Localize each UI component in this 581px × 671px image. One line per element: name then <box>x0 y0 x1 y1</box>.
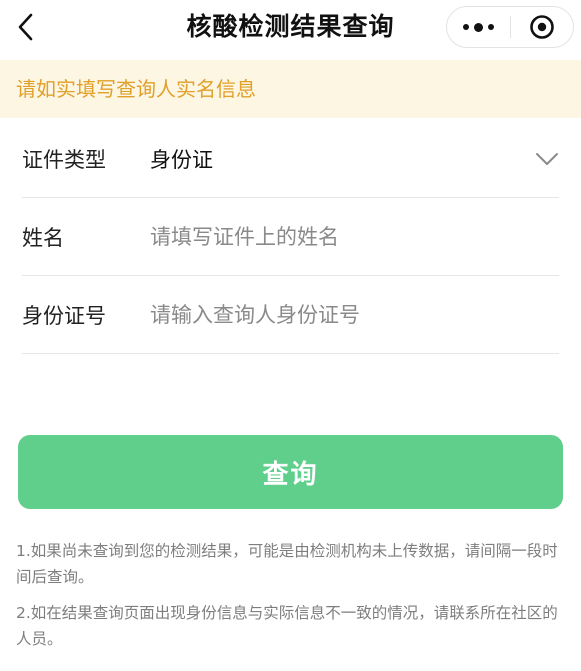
name-row: 姓名 <box>22 198 559 276</box>
id-number-label: 身份证号 <box>22 303 106 328</box>
id-type-value: 身份证 <box>150 147 213 172</box>
target-close-icon <box>530 15 554 39</box>
name-input[interactable] <box>150 216 559 257</box>
more-dot-icon <box>488 24 494 30</box>
id-type-select[interactable]: 证件类型 身份证 <box>22 120 559 198</box>
chevron-left-icon <box>18 13 33 41</box>
id-number-row: 身份证号 <box>22 276 559 354</box>
more-dot-icon <box>474 22 483 32</box>
close-mini-program-button[interactable] <box>511 7 573 47</box>
nav-bar: 核酸检测结果查询 <box>0 0 581 58</box>
id-type-label: 证件类型 <box>22 147 106 172</box>
mini-program-capsule <box>446 6 574 48</box>
id-number-input[interactable] <box>150 294 559 335</box>
tip-text: 1.如果尚未查询到您的检测结果，可能是由检测机构未上传数据，请间隔一段时间后查询… <box>16 542 558 586</box>
chevron-down-icon <box>535 147 559 171</box>
more-dot-icon <box>463 24 469 30</box>
tip-text: 2.如在结果查询页面出现身份信息与实际信息不一致的情况，请联系所在社区的人员。 <box>16 604 558 648</box>
notice-banner: 请如实填写查询人实名信息 <box>0 60 581 118</box>
name-label: 姓名 <box>22 225 64 250</box>
more-button[interactable] <box>447 7 510 47</box>
back-button[interactable] <box>10 9 42 45</box>
query-button[interactable]: 查询 <box>18 435 563 509</box>
